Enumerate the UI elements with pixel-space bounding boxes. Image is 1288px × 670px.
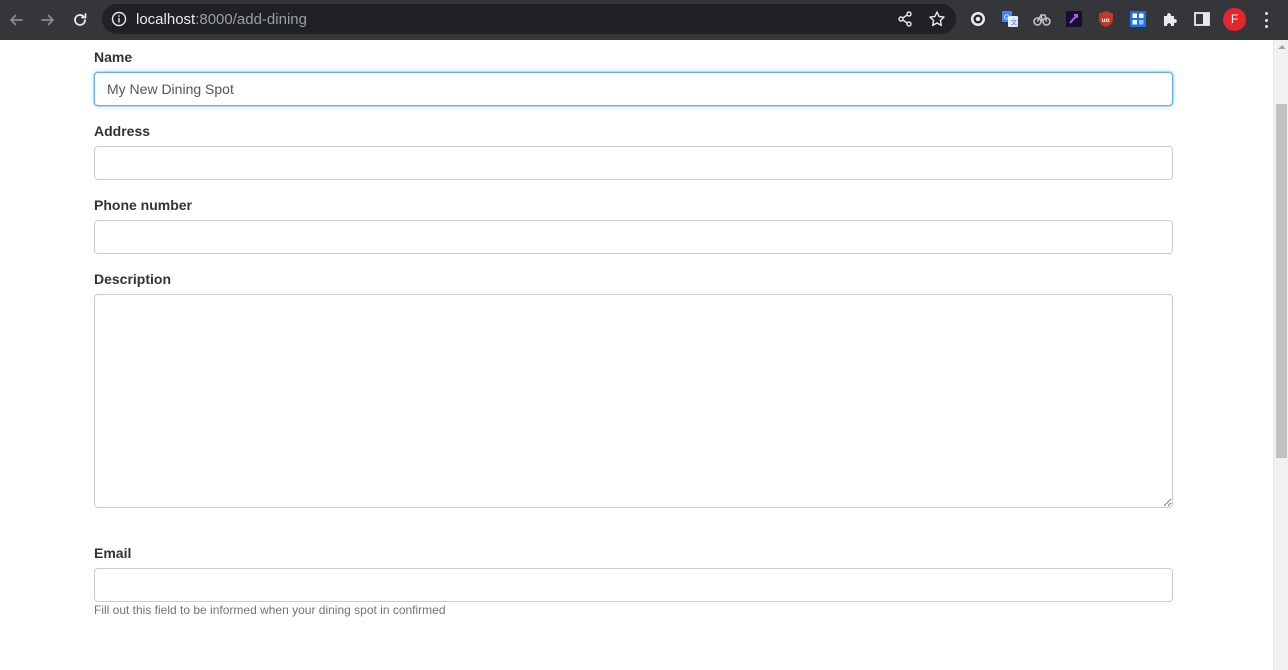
description-textarea[interactable] [94,294,1173,508]
arrow-right-icon [41,14,54,26]
email-help-text: Fill out this field to be informed when … [94,603,446,617]
url-path: :8000/add-dining [195,11,307,28]
page-scrollbar[interactable] [1273,40,1288,670]
extension-circle-icon[interactable] [969,10,987,28]
address-label: Address [94,123,151,139]
google-translate-icon[interactable]: G文 [1001,10,1019,28]
phone-input[interactable] [94,220,1173,254]
extension-blue-grid-icon[interactable] [1129,10,1147,28]
email-input[interactable] [94,568,1173,602]
name-label: Name [94,49,133,65]
url-host: localhost [136,11,196,28]
forward-button[interactable] [34,6,62,34]
scroll-thumb[interactable] [1276,104,1287,458]
svg-text:uo: uo [1102,17,1110,24]
scroll-up-arrow-icon[interactable] [1278,45,1286,49]
phone-label: Phone number [94,197,193,213]
name-input[interactable] [94,72,1173,106]
description-label: Description [94,271,172,287]
back-button[interactable] [2,6,30,34]
add-dining-form: Name Address Phone number Description Em… [0,40,1273,670]
extension-purple-icon[interactable] [1065,10,1083,28]
share-icon[interactable] [896,10,914,28]
address-bar[interactable]: localhost:8000/add-dining [102,4,956,34]
side-panel-icon[interactable] [1193,10,1211,28]
svg-text:G: G [1004,15,1009,22]
extensions-puzzle-icon[interactable] [1161,10,1179,28]
email-label: Email [94,545,132,561]
arrow-left-icon [10,14,23,26]
svg-text:文: 文 [1011,18,1018,27]
reload-icon [74,13,87,26]
reload-button[interactable] [66,6,94,34]
bookmark-star-icon[interactable] [928,10,946,28]
address-input[interactable] [94,146,1173,180]
ublock-origin-icon[interactable]: uo [1097,10,1115,28]
site-info-icon[interactable] [110,10,128,28]
browser-menu-icon[interactable] [1258,10,1274,30]
extension-bike-icon[interactable] [1033,10,1051,28]
profile-avatar[interactable]: F [1223,8,1246,31]
browser-toolbar: localhost:8000/add-dining G文 uo F [0,0,1288,40]
url-text[interactable]: localhost:8000/add-dining [136,11,307,28]
